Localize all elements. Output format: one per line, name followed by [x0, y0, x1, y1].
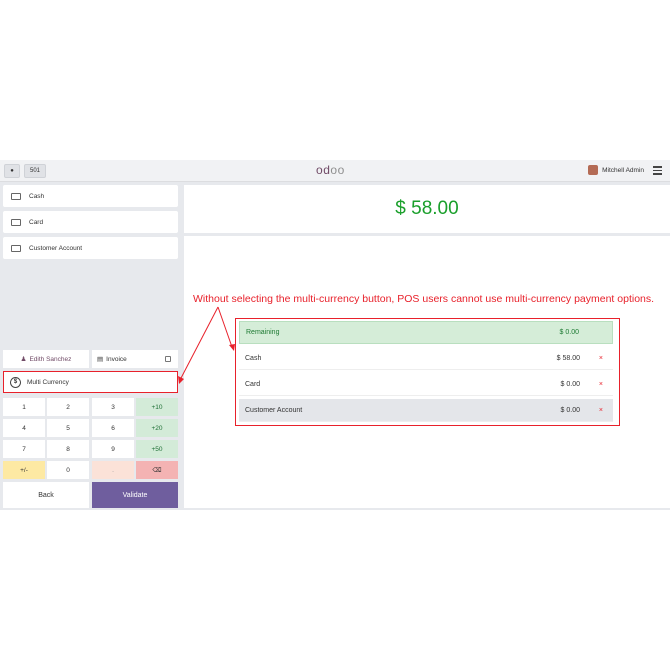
pos-screen: ● 501 odoo Mitchell Admin Cash Card Cust…: [0, 160, 670, 510]
annotation-arrows: [178, 306, 235, 384]
